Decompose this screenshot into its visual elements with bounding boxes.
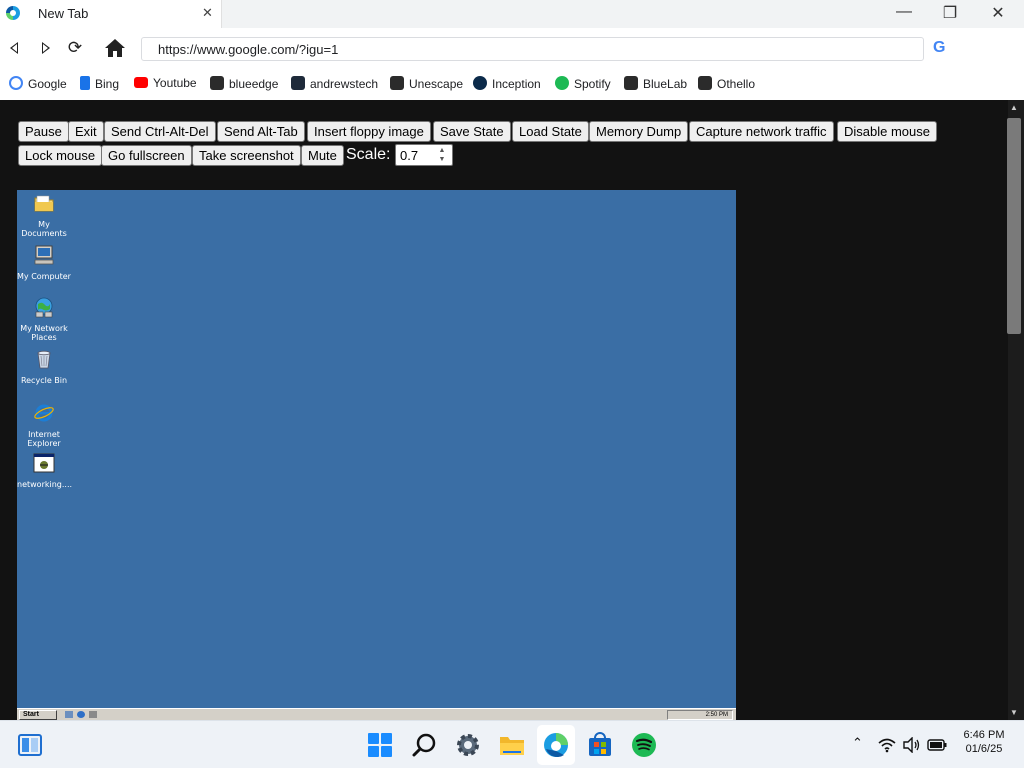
scale-input[interactable]: 0.7 ▲ ▼ bbox=[395, 144, 453, 166]
ie-icon bbox=[34, 404, 54, 422]
take-screenshot-button[interactable]: Take screenshot bbox=[192, 145, 301, 166]
chevron-up-icon[interactable]: ⌃ bbox=[852, 735, 863, 751]
guest-start-button[interactable]: Start bbox=[19, 710, 57, 720]
scroll-down-icon[interactable]: ▼ bbox=[1010, 708, 1018, 717]
send-ctrl-alt-del-button[interactable]: Send Ctrl-Alt-Del bbox=[104, 121, 216, 142]
bookmark-bing[interactable]: Bing bbox=[80, 76, 119, 94]
home-icon bbox=[105, 39, 125, 57]
url-text: https://www.google.com/?igu=1 bbox=[158, 42, 339, 57]
mute-button[interactable]: Mute bbox=[301, 145, 344, 166]
go-fullscreen-button[interactable]: Go fullscreen bbox=[101, 145, 192, 166]
battery-icon[interactable] bbox=[927, 738, 947, 752]
spinner-arrows-icon[interactable]: ▲ ▼ bbox=[434, 146, 450, 164]
volume-icon[interactable] bbox=[903, 737, 921, 753]
folder-icon bbox=[34, 195, 54, 212]
guest-taskbar: Start 2:50 PM bbox=[17, 708, 736, 720]
desktop-icon-my-documents[interactable]: My Documents bbox=[17, 192, 71, 238]
emulator-screen[interactable]: My Documents My Computer My Network Plac… bbox=[17, 190, 736, 720]
wifi-icon[interactable] bbox=[878, 737, 896, 753]
save-state-button[interactable]: Save State bbox=[433, 121, 511, 142]
tab-close-icon[interactable]: ✕ bbox=[202, 5, 213, 21]
guest-system-tray: 2:50 PM bbox=[667, 710, 733, 720]
insert-floppy-button[interactable]: Insert floppy image bbox=[307, 121, 431, 142]
quicklaunch-ie-icon[interactable] bbox=[77, 711, 85, 718]
start-icon[interactable] bbox=[366, 731, 394, 759]
lock-mouse-button[interactable]: Lock mouse bbox=[18, 145, 103, 166]
scrollbar-thumb[interactable] bbox=[1007, 118, 1021, 334]
bookmark-andrewstech[interactable]: andrewstech bbox=[291, 76, 378, 94]
clock[interactable]: 6:46 PM 01/6/25 bbox=[958, 729, 1010, 755]
scroll-up-icon[interactable]: ▲ bbox=[1010, 103, 1018, 112]
quicklaunch-desktop-icon[interactable] bbox=[65, 711, 73, 718]
desktop-icon-my-computer[interactable]: My Computer bbox=[17, 244, 71, 281]
clock-date: 01/6/25 bbox=[965, 743, 1003, 755]
pause-button[interactable]: Pause bbox=[18, 121, 69, 142]
bookmark-unescape[interactable]: Unescape bbox=[390, 76, 463, 94]
file-explorer-icon[interactable] bbox=[498, 731, 526, 759]
google-icon bbox=[9, 76, 23, 90]
send-alt-tab-button[interactable]: Send Alt-Tab bbox=[217, 121, 305, 142]
disable-mouse-button[interactable]: Disable mouse bbox=[837, 121, 937, 142]
clock-time: 6:46 PM bbox=[963, 729, 1005, 741]
spotify-icon bbox=[555, 76, 569, 90]
browser-toolbar: ⟳ https://www.google.com/?igu=1 G bbox=[0, 28, 1024, 70]
google-search-icon[interactable]: G bbox=[933, 39, 945, 57]
bookmark-spotify[interactable]: Spotify bbox=[555, 76, 611, 94]
react-icon bbox=[698, 76, 712, 90]
exit-button[interactable]: Exit bbox=[68, 121, 104, 142]
tab-strip: New Tab ✕ — ❐ ✕ bbox=[0, 0, 1024, 28]
back-button[interactable] bbox=[4, 37, 26, 59]
desktop-icon-internet-explorer[interactable]: Internet Explorer bbox=[17, 402, 71, 448]
edge-logo-icon bbox=[6, 6, 20, 20]
restore-button[interactable]: ❐ bbox=[940, 3, 960, 23]
store-icon[interactable] bbox=[586, 731, 614, 759]
back-arrow-icon bbox=[10, 42, 18, 54]
settings-icon[interactable] bbox=[454, 731, 482, 759]
close-window-button[interactable]: ✕ bbox=[988, 3, 1008, 23]
bookmark-othello[interactable]: Othello bbox=[698, 76, 755, 94]
react-icon bbox=[390, 76, 404, 90]
home-button[interactable] bbox=[104, 37, 126, 59]
desktop-icon-my-network-places[interactable]: My Network Places bbox=[17, 296, 71, 342]
refresh-button[interactable]: ⟳ bbox=[64, 37, 86, 59]
bookmark-google[interactable]: Google bbox=[9, 76, 67, 94]
forward-arrow-icon bbox=[42, 42, 50, 54]
os-taskbar: ⌃ 6:46 PM 01/6/25 bbox=[0, 720, 1024, 768]
site-icon bbox=[291, 76, 305, 90]
bookmark-youtube[interactable]: Youtube bbox=[134, 76, 197, 94]
desktop-icon-recycle-bin[interactable]: Recycle Bin bbox=[17, 348, 71, 385]
load-state-button[interactable]: Load State bbox=[512, 121, 589, 142]
bookmark-bluelab[interactable]: BlueLab bbox=[624, 76, 687, 94]
bing-icon bbox=[80, 76, 90, 90]
minimize-button[interactable]: — bbox=[894, 3, 914, 21]
recycle-bin-icon bbox=[37, 350, 51, 369]
network-icon bbox=[35, 297, 53, 318]
guest-clock: 2:50 PM bbox=[705, 712, 728, 718]
scale-value: 0.7 bbox=[400, 148, 419, 163]
widgets-icon[interactable] bbox=[16, 731, 44, 759]
search-icon[interactable] bbox=[411, 731, 439, 759]
tab-title: New Tab bbox=[38, 6, 89, 21]
scale-label: Scale: bbox=[346, 146, 391, 163]
bookmark-blueedge[interactable]: blueedge bbox=[210, 76, 278, 94]
react-icon bbox=[624, 76, 638, 90]
memory-dump-button[interactable]: Memory Dump bbox=[589, 121, 689, 142]
inception-icon bbox=[473, 76, 487, 90]
capture-network-traffic-button[interactable]: Capture network traffic bbox=[689, 121, 834, 142]
bookmark-inception[interactable]: Inception bbox=[473, 76, 541, 94]
refresh-icon: ⟳ bbox=[67, 38, 83, 57]
spotify-icon[interactable] bbox=[630, 731, 658, 759]
react-icon bbox=[210, 76, 224, 90]
address-bar[interactable]: https://www.google.com/?igu=1 bbox=[141, 37, 924, 61]
bookmarks-bar: Google Bing Youtube blueedge andrewstech… bbox=[0, 70, 1024, 100]
desktop-icon-networking[interactable]: networking.... bbox=[17, 452, 72, 489]
youtube-icon bbox=[134, 77, 148, 88]
forward-button[interactable] bbox=[34, 37, 56, 59]
edge-icon[interactable] bbox=[542, 731, 570, 759]
computer-icon bbox=[34, 245, 54, 265]
program-icon bbox=[33, 453, 55, 473]
tab-new-tab[interactable]: New Tab ✕ bbox=[0, 0, 222, 28]
quicklaunch-outlook-icon[interactable] bbox=[89, 711, 97, 718]
